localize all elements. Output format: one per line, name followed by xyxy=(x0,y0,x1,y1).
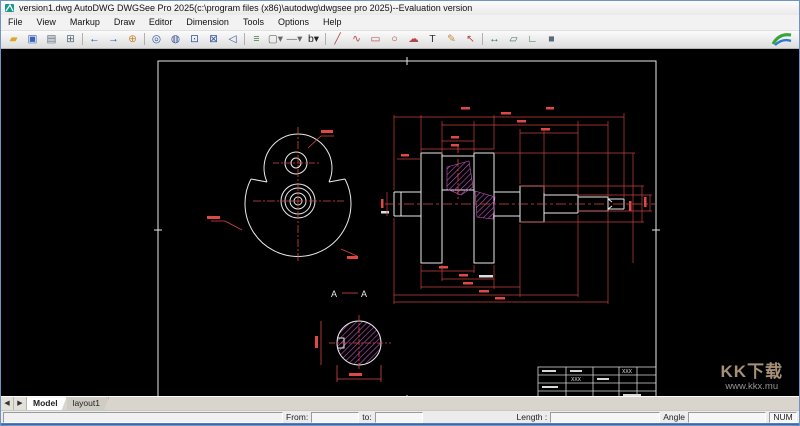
tabbar-filler xyxy=(109,397,799,410)
side-view xyxy=(381,107,655,304)
angle-label: Angle xyxy=(663,412,685,422)
layout-tabbar: ◀ ▶ Model layout1 xyxy=(1,396,799,410)
length-label: Length : xyxy=(517,412,548,422)
status-message-panel xyxy=(3,412,283,423)
layers-icon[interactable]: ≡ xyxy=(247,31,266,48)
num-indicator: NUM xyxy=(769,412,797,423)
window-bottom-border xyxy=(1,423,799,425)
toolbar-separator xyxy=(244,33,245,45)
zoom-window-icon[interactable]: ⊡ xyxy=(185,31,204,48)
side-view-geometry xyxy=(381,153,624,278)
sheet-border xyxy=(154,57,660,396)
menu-options[interactable]: Options xyxy=(271,15,316,30)
draw-circle-icon[interactable]: ○ xyxy=(385,31,404,48)
draw-rectangle-icon[interactable]: ▭ xyxy=(366,31,385,48)
toolbar-separator xyxy=(325,33,326,45)
from-field xyxy=(311,412,359,423)
markup-note-icon[interactable]: ✎ xyxy=(442,31,461,48)
zoom-in-icon[interactable]: ◎ xyxy=(147,31,166,48)
to-label: to: xyxy=(362,412,371,422)
section-label-a-right: A xyxy=(361,289,367,299)
tab-model[interactable]: Model xyxy=(27,397,67,410)
menu-help[interactable]: Help xyxy=(316,15,349,30)
measure-area-icon[interactable]: ▱ xyxy=(504,31,523,48)
drawing-canvas[interactable]: XXX XXX xyxy=(1,49,799,396)
side-view-dims-bottom xyxy=(394,211,608,304)
menu-tools[interactable]: Tools xyxy=(236,15,271,30)
zoom-previous-icon[interactable]: ◁ xyxy=(223,31,242,48)
from-label: From: xyxy=(286,412,308,422)
title-block-text: XXX xyxy=(622,369,633,375)
save-icon[interactable]: ▣ xyxy=(23,31,42,48)
menu-draw[interactable]: Draw xyxy=(107,15,142,30)
leader-icon[interactable]: ↖ xyxy=(461,31,480,48)
title-block-text: XXX xyxy=(571,377,582,383)
front-view-dims xyxy=(211,127,357,263)
section-view: A A xyxy=(315,289,391,382)
angle-field xyxy=(688,412,766,423)
toolbar: ▰▣▤⊞ ←→⊕ ◎◍⊡⊠◁ ≡▢▾―▾b▾ ╱∿▭○☁T✎↖ ↔▱∟■ xyxy=(1,31,799,49)
titlebar: version1.dwg AutoDWG DWGSee Pro 2025(c:\… xyxy=(1,1,799,15)
canvas-area[interactable]: XXX XXX xyxy=(1,49,799,396)
back-icon[interactable]: ← xyxy=(85,31,104,48)
title-block: XXX XXX xyxy=(538,367,656,396)
to-field xyxy=(375,412,423,423)
app-window: version1.dwg AutoDWG DWGSee Pro 2025(c:\… xyxy=(0,0,800,426)
draw-polyline-icon[interactable]: ∿ xyxy=(347,31,366,48)
tab-layout1[interactable]: layout1 xyxy=(67,397,109,410)
toolbar-separator xyxy=(82,33,83,45)
tab-nav-next-button[interactable]: ▶ xyxy=(14,397,27,410)
pan-hand-icon[interactable]: ⊕ xyxy=(123,31,142,48)
draw-line-icon[interactable]: ╱ xyxy=(328,31,347,48)
menu-editor[interactable]: Editor xyxy=(142,15,180,30)
text-icon[interactable]: T xyxy=(423,31,442,48)
snapshot-icon[interactable]: ■ xyxy=(542,31,561,48)
revision-cloud-icon[interactable]: ☁ xyxy=(404,31,423,48)
copy-icon[interactable]: ⊞ xyxy=(61,31,80,48)
section-label-a-left: A xyxy=(331,289,337,299)
zoom-out-icon[interactable]: ◍ xyxy=(166,31,185,48)
length-field xyxy=(550,412,660,423)
open-icon[interactable]: ▰ xyxy=(4,31,23,48)
menu-file[interactable]: File xyxy=(1,15,30,30)
app-icon xyxy=(5,3,15,13)
dwgsee-logo xyxy=(771,32,793,46)
menubar-items: FileViewMarkupDrawEditorDimensionToolsOp… xyxy=(1,15,799,31)
color-dropdown-icon[interactable]: ▢▾ xyxy=(266,31,285,48)
menu-markup[interactable]: Markup xyxy=(63,15,107,30)
zoom-extents-icon[interactable]: ⊠ xyxy=(204,31,223,48)
toolbar-separator xyxy=(144,33,145,45)
toolbar-separator xyxy=(482,33,483,45)
linetype-dropdown-icon[interactable]: ―▾ xyxy=(285,31,304,48)
print-icon[interactable]: ▤ xyxy=(42,31,61,48)
window-title: version1.dwg AutoDWG DWGSee Pro 2025(c:\… xyxy=(19,3,472,13)
dimension-icon[interactable]: ∟ xyxy=(523,31,542,48)
menu-dimension[interactable]: Dimension xyxy=(179,15,236,30)
menu-view[interactable]: View xyxy=(30,15,63,30)
statusbar: From: to: Length : Angle NUM xyxy=(1,410,799,423)
measure-distance-icon[interactable]: ↔ xyxy=(485,31,504,48)
tab-nav-prev-button[interactable]: ◀ xyxy=(1,397,14,410)
forward-icon[interactable]: → xyxy=(104,31,123,48)
textstyle-dropdown-icon[interactable]: b▾ xyxy=(304,31,323,48)
